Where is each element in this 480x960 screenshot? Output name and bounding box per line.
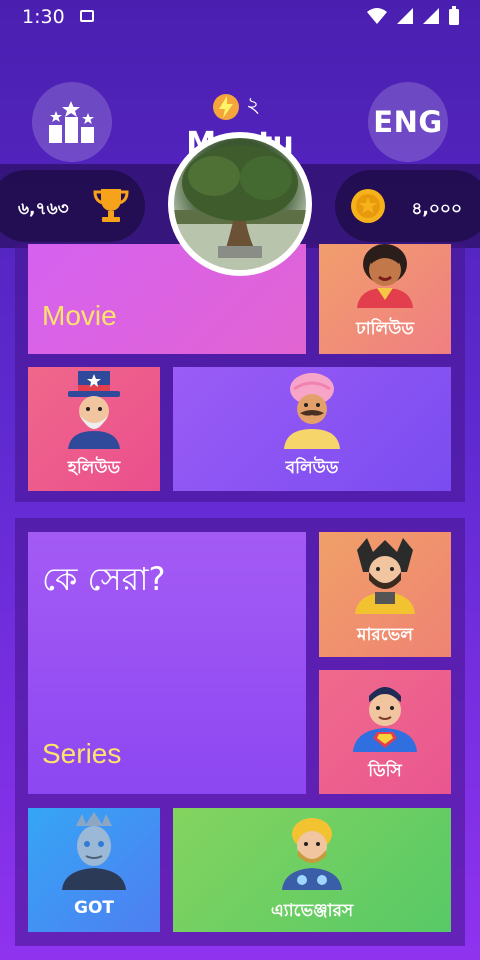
trophy-icon bbox=[93, 189, 129, 222]
hollywood-tile[interactable]: হলিউড bbox=[28, 367, 160, 491]
signal-icon bbox=[397, 8, 413, 24]
superman-icon bbox=[353, 687, 417, 752]
got-label: GOT bbox=[73, 898, 114, 918]
bonsai-photo bbox=[174, 145, 306, 270]
bollywood-tile[interactable]: বলিউড bbox=[173, 367, 451, 491]
signal-icon-2 bbox=[423, 8, 439, 24]
bollywood-label: বলিউড bbox=[285, 458, 339, 478]
avenger-hero-icon bbox=[282, 818, 342, 890]
trophy-count: ৬,৭৬৩ bbox=[18, 199, 69, 219]
night-king-icon bbox=[62, 812, 126, 890]
avatar-image bbox=[174, 138, 306, 270]
image-notification-icon bbox=[80, 10, 94, 22]
series-title: কে সেরা? bbox=[42, 560, 166, 598]
battery-icon bbox=[449, 6, 459, 25]
status-icons bbox=[366, 6, 460, 26]
movie-label: Movie bbox=[42, 300, 117, 331]
turban-man-icon bbox=[284, 373, 340, 449]
dc-label: ডিসি bbox=[368, 761, 402, 781]
series-tile[interactable]: কে সেরা? Series bbox=[28, 532, 306, 794]
language-button[interactable]: ENG bbox=[368, 82, 448, 162]
coin-count: ৪,০০০ bbox=[411, 199, 462, 219]
status-time: 1:30 bbox=[22, 6, 65, 28]
woman-icon bbox=[357, 244, 413, 308]
dhallywood-tile[interactable]: ঢালিউড bbox=[319, 244, 451, 354]
marvel-label: মারভেল bbox=[357, 625, 413, 645]
series-label: Series bbox=[42, 738, 122, 769]
energy-indicator: ২ bbox=[212, 88, 260, 125]
avengers-tile[interactable]: এ্যাভেঞ্জারস bbox=[173, 808, 451, 932]
marvel-tile[interactable]: মারভেল bbox=[319, 532, 451, 657]
status-bar: 1:30 bbox=[0, 0, 480, 34]
dc-tile[interactable]: ডিসি bbox=[319, 670, 451, 794]
energy-icon bbox=[213, 93, 239, 120]
uncle-sam-icon bbox=[68, 371, 120, 449]
profile-avatar[interactable] bbox=[168, 132, 312, 276]
energy-count: ২ bbox=[246, 93, 261, 118]
got-tile[interactable]: GOT bbox=[28, 808, 160, 932]
dhallywood-label: ঢালিউড bbox=[356, 319, 414, 339]
coin-icon bbox=[351, 189, 385, 223]
wolverine-icon bbox=[355, 538, 415, 614]
hollywood-label: হলিউড bbox=[67, 458, 121, 478]
avengers-label: এ্যাভেঞ্জারস bbox=[270, 901, 354, 921]
wifi-icon bbox=[367, 8, 387, 24]
